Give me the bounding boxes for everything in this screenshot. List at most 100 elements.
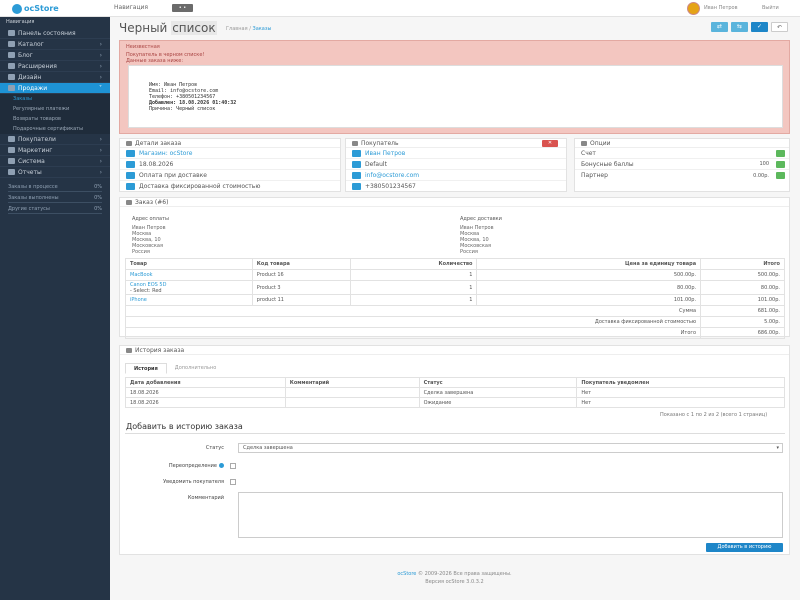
phone-icon xyxy=(352,183,361,190)
add-history-title: Добавить в историю заказа xyxy=(126,422,243,431)
history-notified: Нет xyxy=(576,397,785,408)
chevron-right-icon: › xyxy=(99,40,102,48)
notify-checkbox[interactable] xyxy=(230,479,236,485)
chevron-right-icon: › xyxy=(99,168,102,176)
product-total: 500.00р. xyxy=(700,269,785,281)
panel-heading: Опции xyxy=(575,139,789,148)
sidebar-subitem-orders[interactable]: Заказы xyxy=(0,94,110,104)
sidebar-subitem-returns[interactable]: Возвраты товаров xyxy=(0,114,110,124)
sidebar-item-blog[interactable]: Блог › xyxy=(0,50,110,61)
totals-row: Итого 686.00р. xyxy=(124,327,785,339)
user-icon xyxy=(8,136,15,142)
history-date: 18.08.2026 xyxy=(125,387,286,398)
monitor-icon xyxy=(8,74,15,80)
chevron-right-icon: › xyxy=(99,146,102,154)
invoice-button[interactable]: ⇄ xyxy=(711,22,728,32)
customer-name-row: Иван Петров xyxy=(346,148,566,159)
product-link[interactable]: MacBook xyxy=(130,272,153,278)
store-link[interactable]: Магазин: ocStore xyxy=(139,150,192,157)
stat-value: 0% xyxy=(94,206,102,212)
history-comment xyxy=(284,397,420,408)
add-commission-button[interactable] xyxy=(776,172,785,179)
cart-icon xyxy=(126,140,132,146)
user-name[interactable]: Иван Петров xyxy=(704,5,738,11)
alert-details: Имя: Иван Петров Email: info@ocstore.com… xyxy=(128,65,783,128)
product-total: 101.00р. xyxy=(700,294,785,306)
remove-customer-button[interactable]: ✕ xyxy=(542,140,558,147)
divider xyxy=(125,433,785,434)
sidebar-item-design[interactable]: Дизайн › xyxy=(0,72,110,83)
option-label: Бонусные баллы xyxy=(581,160,634,168)
table-row: Canon EOS 5D - Select: Red Product 3 1 80… xyxy=(125,280,785,295)
logout-link[interactable]: Выйти xyxy=(762,5,779,11)
store-icon xyxy=(126,149,135,157)
tab-history[interactable]: История xyxy=(125,363,167,374)
sidebar-item-label: Расширения xyxy=(18,62,57,70)
table-header-row: Дата добавления Комментарий Статус Покуп… xyxy=(125,377,785,388)
order-date-row: 18.08.2026 xyxy=(120,159,340,170)
footer-line: ocStore © 2009-2026 Все права защищены. xyxy=(119,571,790,577)
panel-heading: История заказа xyxy=(120,346,789,355)
chevron-down-icon: ˅ xyxy=(99,84,102,92)
avatar[interactable] xyxy=(687,2,700,15)
edit-button[interactable]: ✓ xyxy=(751,22,768,32)
address-line: Россия xyxy=(460,249,478,255)
sidebar-subitem-recurring[interactable]: Регулярные платежи xyxy=(0,104,110,114)
product-model: product 11 xyxy=(251,294,351,306)
comment-textarea[interactable] xyxy=(238,492,783,538)
customer-phone-row: +380501234567 xyxy=(346,181,566,192)
sidebar-item-extensions[interactable]: Расширения › xyxy=(0,61,110,72)
calendar-icon xyxy=(126,160,135,168)
sidebar-item-catalog[interactable]: Каталог › xyxy=(0,39,110,50)
shipping-address-heading: Адрес доставки xyxy=(460,216,502,222)
sidebar-item-marketing[interactable]: Маркетинг › xyxy=(0,145,110,156)
override-checkbox[interactable] xyxy=(230,463,236,469)
add-history-button[interactable]: Добавить в историю xyxy=(706,543,783,552)
total-value: 5.00р. xyxy=(700,316,785,328)
status-select[interactable]: Сделка завершена ▾ xyxy=(238,443,783,453)
notify-label: Уведомить покупателя xyxy=(163,479,224,485)
tab-additional[interactable]: Дополнительно xyxy=(167,363,224,374)
address-line: Россия xyxy=(132,249,150,255)
sidebar-item-sales[interactable]: Продажи ˅ xyxy=(0,83,110,94)
breadcrumb-home[interactable]: Главная xyxy=(226,26,248,32)
sidebar-item-system[interactable]: Система › xyxy=(0,156,110,167)
sidebar-item-reports[interactable]: Отчеты › xyxy=(0,167,110,178)
add-reward-button[interactable] xyxy=(776,160,785,168)
customer-phone: +380501234567 xyxy=(365,183,416,190)
page-title-highlight: список xyxy=(171,21,217,35)
alert-title: Неизвестная xyxy=(126,44,160,50)
stat-value: 0% xyxy=(94,184,102,190)
breadcrumb-current[interactable]: Заказы xyxy=(252,26,271,32)
column-header: Товар xyxy=(125,258,253,270)
help-icon[interactable] xyxy=(219,463,224,468)
customer-name-link[interactable]: Иван Петров xyxy=(365,150,405,157)
footer-version: Версия ocStore 3.0.3.2 xyxy=(425,579,484,585)
sidebar-item-customers[interactable]: Покупатели › xyxy=(0,134,110,145)
back-button[interactable]: ↶ xyxy=(771,22,788,32)
action-buttons: ⇄ ⇆ ✓ ↶ xyxy=(711,22,788,32)
logo[interactable]: ocStore xyxy=(12,3,59,14)
product-link[interactable]: iPhone xyxy=(130,297,147,303)
table-row: MacBook Product 16 1 500.00р. 500.00р. xyxy=(125,269,785,281)
customer-email-link[interactable]: info@ocstore.com xyxy=(365,172,419,179)
top-dropdown-button[interactable]: • • xyxy=(172,4,193,12)
alert-detail-line: Причина: Черный список xyxy=(149,106,216,112)
table-row: 18.08.2026 Ожидание Нет xyxy=(125,397,785,408)
stat-progress xyxy=(8,213,102,214)
generate-invoice-button[interactable] xyxy=(776,149,785,157)
footer-copyright: © 2009-2026 Все права защищены. xyxy=(416,571,512,577)
panel-title: Детали заказа xyxy=(135,139,182,147)
footer-brand-link[interactable]: ocStore xyxy=(397,571,416,577)
shipping-method-row: Доставка фиксированной стоимостью xyxy=(120,181,340,192)
group-icon xyxy=(352,160,361,168)
payment-method-row: Оплата при доставке xyxy=(120,170,340,181)
shipping-button[interactable]: ⇆ xyxy=(731,22,748,32)
sidebar-subitem-vouchers[interactable]: Подарочные сертификаты xyxy=(0,124,110,134)
menu-toggle[interactable]: Навигация xyxy=(114,4,148,11)
sidebar-item-dashboard[interactable]: Панель состояния xyxy=(0,28,110,39)
option-affiliate-row: Партнер 0.00р. xyxy=(575,170,789,181)
options-panel: Опции Счет Бонусные баллы 100 Партнер 0.00… xyxy=(574,138,790,192)
share-icon xyxy=(8,147,15,153)
stat-label: Заказы выполнены xyxy=(8,195,59,201)
